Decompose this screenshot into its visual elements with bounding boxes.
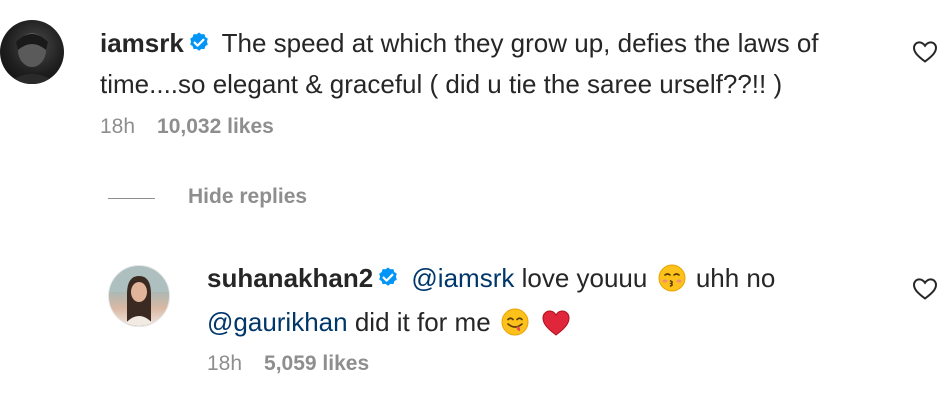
reply-username[interactable]: suhanakhan2: [207, 263, 373, 293]
heart-outline-icon: [912, 41, 938, 63]
comment-body: iamsrk The speed at which they grow up, …: [100, 24, 890, 103]
reply-text-part: uhh no: [695, 263, 776, 293]
reply-likes[interactable]: 5,059 likes: [264, 352, 369, 375]
red-heart-emoji: [541, 309, 571, 347]
mention-link[interactable]: @gaurikhan: [207, 307, 348, 337]
comment-meta: 18h 10,032 likes: [100, 115, 274, 139]
hide-replies-label: Hide replies: [188, 185, 308, 208]
verified-badge-icon: [376, 262, 400, 300]
replies-divider: [108, 198, 155, 199]
reply-text-part: love youuu: [521, 263, 648, 293]
comment-likes[interactable]: 10,032 likes: [157, 115, 274, 138]
yum-face-emoji: [500, 307, 530, 347]
avatar-iamsrk[interactable]: [0, 20, 64, 84]
reply-body: suhanakhan2 @iamsrk love youuu uhh no @g…: [207, 259, 897, 347]
kissing-face-emoji: [657, 263, 687, 303]
reply-text-part: did it for me: [354, 307, 491, 337]
verified-badge-icon: [187, 27, 211, 65]
avatar-suhanakhan2[interactable]: [108, 265, 170, 327]
avatar-photo: [6, 33, 58, 84]
comment-timestamp[interactable]: 18h: [100, 115, 135, 138]
avatar-photo: [109, 266, 169, 326]
like-comment-button[interactable]: [912, 40, 938, 69]
reply-meta: 18h 5,059 likes: [207, 352, 369, 376]
heart-outline-icon: [912, 278, 938, 300]
reply-timestamp[interactable]: 18h: [207, 352, 242, 375]
mention-link[interactable]: @iamsrk: [411, 263, 514, 293]
comment-username[interactable]: iamsrk: [100, 28, 184, 58]
like-reply-button[interactable]: [912, 277, 938, 306]
